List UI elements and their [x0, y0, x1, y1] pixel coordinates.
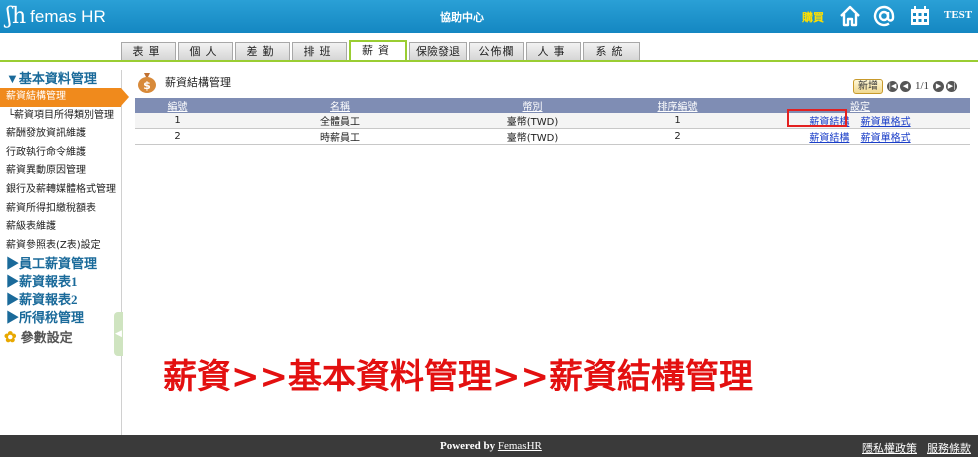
sidebar-section-income-tax[interactable]: ▶所得稅管理	[0, 309, 121, 327]
privacy-policy-link[interactable]: 隱私權政策	[862, 440, 917, 456]
sidebar-item-change-reason[interactable]: 薪資異動原因管理	[0, 162, 121, 181]
cell-name: 時薪員工	[220, 128, 460, 145]
money-bag-icon: $	[138, 73, 156, 93]
col-header-currency[interactable]: 幣別	[460, 98, 605, 113]
logo-icon: ʃh	[6, 4, 27, 29]
col-header-name[interactable]: 名稱	[220, 98, 460, 113]
navigation-annotation: 薪資>>基本資料管理>>薪資結構管理	[163, 357, 753, 397]
sidebar-item-bank-format[interactable]: 銀行及薪轉媒體格式管理	[0, 181, 121, 200]
cell-currency: 臺幣(TWD)	[460, 128, 605, 145]
tab-system[interactable]: 系統	[583, 42, 640, 61]
cell-currency: 臺幣(TWD)	[460, 113, 605, 129]
tab-forms[interactable]: 表單	[121, 42, 176, 61]
footer: Powered by FemasHR 隱私權政策 服務條款	[0, 435, 978, 457]
add-button[interactable]: 新增	[853, 79, 883, 94]
next-page-icon[interactable]: ▶	[933, 80, 945, 92]
cell-number: 1	[135, 113, 220, 129]
col-header-settings: 設定	[750, 98, 970, 113]
pager: |◀ ◀ 1/1 ▶ ▶|	[887, 80, 959, 92]
powered-by-prefix: Powered by	[440, 440, 498, 452]
terms-link[interactable]: 服務條款	[927, 440, 971, 456]
sidebar-item-execution-order[interactable]: 行政執行命令維護	[0, 144, 121, 163]
at-icon[interactable]	[872, 4, 896, 28]
powered-by-brand-link[interactable]: FemasHR	[498, 440, 542, 452]
highlight-box	[787, 109, 847, 127]
sidebar-item-salary-item-category[interactable]: └薪資項目所得類別管理	[0, 107, 121, 126]
sidebar-item-salary-grade[interactable]: 薪級表維護	[0, 218, 121, 237]
col-header-number[interactable]: 編號	[135, 98, 220, 113]
tab-underline	[0, 60, 978, 62]
sidebar-section-report-2[interactable]: ▶薪資報表2	[0, 291, 121, 309]
sidebar: ▼基本資料管理 薪資結構管理 └薪資項目所得類別管理 薪酬發放資訊維護 行政執行…	[0, 70, 129, 435]
sidebar-collapse-handle[interactable]: ◀	[114, 312, 123, 356]
last-page-icon[interactable]: ▶|	[946, 80, 958, 92]
powered-by: Powered by FemasHR	[440, 440, 542, 452]
user-name[interactable]: TEST	[944, 9, 972, 21]
home-icon[interactable]	[838, 4, 862, 28]
sidebar-item-withholding-table[interactable]: 薪資所得扣繳稅額表	[0, 200, 121, 219]
page-title-text: 薪資結構管理	[165, 76, 231, 89]
svg-text:$: $	[143, 79, 151, 92]
prev-page-icon[interactable]: ◀	[900, 80, 911, 92]
tab-hr[interactable]: 人事	[526, 42, 581, 61]
sidebar-section-report-1[interactable]: ▶薪資報表1	[0, 273, 121, 291]
logo-text: femas HR	[30, 6, 106, 26]
payslip-format-link[interactable]: 薪資單格式	[861, 117, 911, 128]
femas-logo[interactable]: ʃh femas HR	[6, 4, 106, 29]
param-settings-label: 參數設定	[20, 330, 73, 346]
tab-attendance[interactable]: 差勤	[235, 42, 290, 61]
sidebar-param-settings[interactable]: ✿ 參數設定	[0, 327, 121, 349]
cell-name: 全體員工	[220, 113, 460, 129]
tab-bulletin[interactable]: 公佈欄	[469, 42, 524, 61]
sidebar-section-employee-salary[interactable]: ▶員工薪資管理	[0, 255, 121, 273]
cell-order: 2	[605, 128, 750, 145]
top-bar: ʃh femas HR 協助中心 購買 TEST	[0, 0, 978, 33]
page-indicator: 1/1	[915, 80, 930, 92]
page-title: $ 薪資結構管理	[135, 70, 231, 94]
tab-payroll[interactable]: 薪資	[349, 40, 407, 61]
table-row: 2 時薪員工 臺幣(TWD) 2 薪資結構 薪資單格式	[135, 128, 970, 145]
salary-structure-link[interactable]: 薪資結構	[809, 133, 849, 144]
buy-link[interactable]: 購買	[802, 9, 824, 25]
sidebar-item-salary-structure[interactable]: 薪資結構管理	[0, 88, 129, 107]
cell-order: 1	[605, 113, 750, 129]
cell-settings: 薪資結構 薪資單格式	[750, 128, 970, 145]
calendar-icon[interactable]	[908, 4, 932, 28]
payslip-format-link[interactable]: 薪資單格式	[861, 133, 911, 144]
tab-personal[interactable]: 個人	[178, 42, 233, 61]
gear-icon: ✿	[4, 330, 17, 347]
sidebar-item-z-table[interactable]: 薪資參照表(Z表)設定	[0, 237, 121, 256]
sidebar-item-payment-info[interactable]: 薪酬發放資訊維護	[0, 125, 121, 144]
cell-settings: 薪資結構 薪資單格式	[750, 113, 970, 129]
cell-number: 2	[135, 128, 220, 145]
tab-insurance[interactable]: 保險發退	[409, 42, 467, 61]
tab-scheduling[interactable]: 排班	[292, 42, 347, 61]
col-header-order[interactable]: 排序編號	[605, 98, 750, 113]
sidebar-section-basic-data[interactable]: ▼基本資料管理	[0, 70, 121, 88]
help-center-link[interactable]: 協助中心	[440, 9, 484, 25]
main-tabs: 表單 個人 差勤 排班 薪資 保險發退 公佈欄 人事 系統	[121, 40, 642, 61]
first-page-icon[interactable]: |◀	[887, 80, 898, 92]
